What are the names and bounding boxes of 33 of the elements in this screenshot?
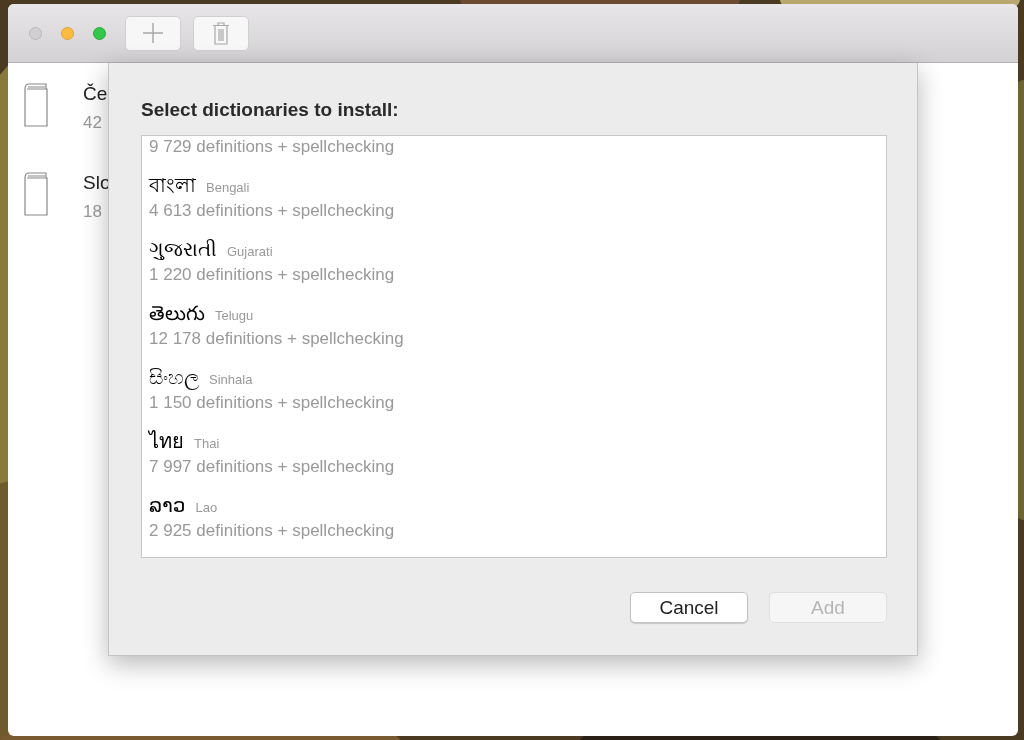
- definition-count: 4 613 definitions + spellchecking: [149, 200, 396, 222]
- dictionary-count: 42: [83, 113, 103, 133]
- language-name[interactable]: ไทย: [149, 426, 184, 456]
- close-button[interactable]: [29, 26, 42, 40]
- language-english-name: Gujarati: [227, 244, 273, 259]
- add-button[interactable]: [125, 15, 181, 51]
- language-name[interactable]: বাংলা: [149, 170, 196, 200]
- book-icon: [24, 170, 48, 217]
- definition-count: 12 178 definitions + spellchecking: [149, 328, 405, 350]
- language-english-name: Thai: [194, 436, 220, 451]
- definition-count: 1 150 definitions + spellchecking: [149, 392, 396, 414]
- language-english-name: Sinhala: [209, 372, 253, 387]
- definition-count: 1 220 definitions + spellchecking: [149, 264, 396, 286]
- language-name[interactable]: සිංහල: [149, 362, 199, 392]
- minimize-button[interactable]: [61, 26, 74, 40]
- language-english-name: Bengali: [206, 180, 250, 195]
- delete-button[interactable]: [193, 15, 249, 51]
- zoom-button[interactable]: [93, 26, 106, 40]
- language-name[interactable]: ગુજરાતી: [149, 234, 217, 264]
- language-english-name: Lao: [195, 500, 218, 515]
- definition-count: 2 925 definitions + spellchecking: [149, 520, 396, 542]
- definition-count: 7 997 definitions + spellchecking: [149, 456, 396, 478]
- book-icon: [24, 81, 48, 128]
- language-name[interactable]: ລາວ: [149, 490, 186, 520]
- sheet-title: Select dictionaries to install:: [141, 99, 400, 121]
- definition-count: 9 729 definitions + spellchecking: [149, 136, 396, 158]
- language-name[interactable]: తెలుగు: [149, 298, 205, 328]
- trash-icon: [212, 21, 230, 45]
- cancel-button[interactable]: Cancel: [630, 592, 748, 623]
- dictionary-name: Če: [83, 83, 108, 105]
- language-english-name: Telugu: [215, 308, 254, 323]
- plus-icon: [142, 22, 164, 44]
- dictionary-count: 18: [83, 202, 103, 222]
